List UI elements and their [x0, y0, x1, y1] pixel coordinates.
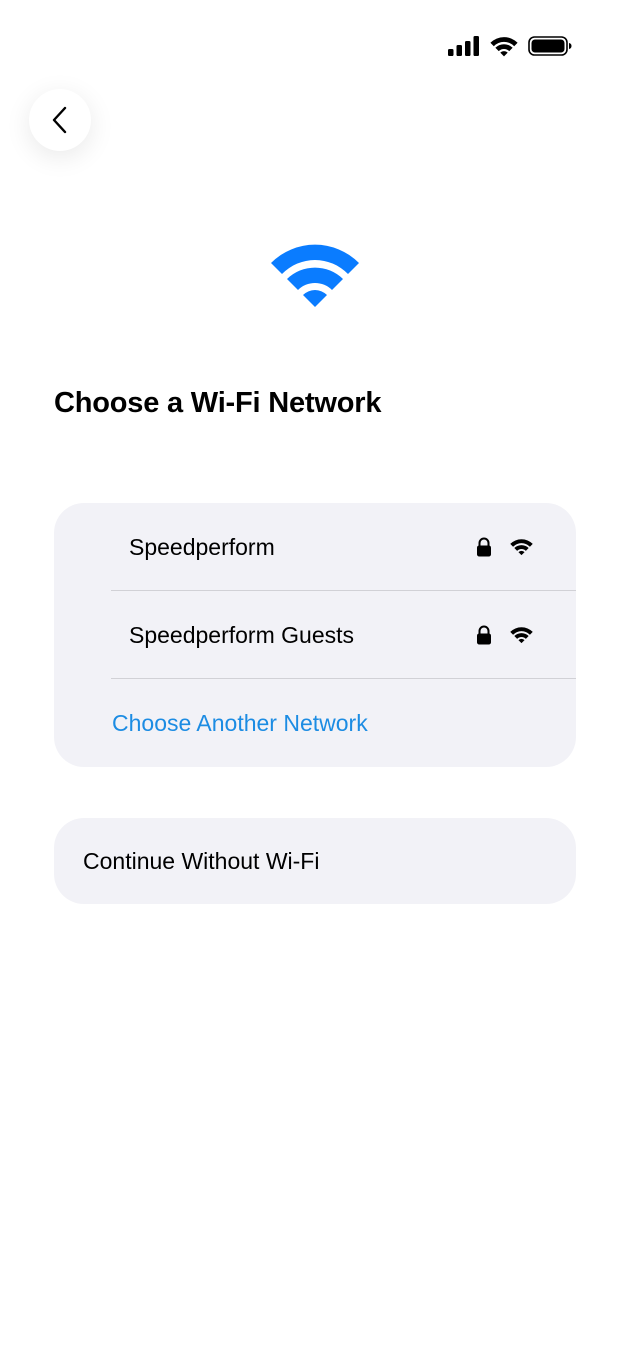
- network-list: Speedperform Speedperform Guests Choose …: [54, 503, 576, 767]
- network-row-speedperform[interactable]: Speedperform: [54, 503, 576, 591]
- page-title: Choose a Wi-Fi Network: [54, 387, 382, 419]
- continue-without-wifi-label: Continue Without Wi-Fi: [83, 848, 320, 874]
- network-name: Speedperform Guests: [129, 622, 355, 648]
- network-row-speedperform-guests[interactable]: Speedperform Guests: [54, 591, 576, 679]
- back-button[interactable]: [29, 89, 91, 151]
- wifi-icon: [271, 244, 359, 307]
- cellular-signal-icon: [448, 36, 479, 56]
- wifi-icon: [490, 36, 518, 56]
- battery-icon: [528, 36, 572, 56]
- network-name: Speedperform: [129, 534, 275, 560]
- status-bar: [448, 28, 572, 64]
- wifi-icon: [510, 627, 533, 644]
- wifi-icon: [510, 539, 533, 556]
- continue-without-wifi-button[interactable]: Continue Without Wi-Fi: [54, 818, 576, 904]
- lock-icon: [477, 625, 491, 645]
- choose-another-network-link[interactable]: Choose Another Network: [112, 679, 368, 767]
- chevron-left-icon: [52, 106, 67, 134]
- lock-icon: [477, 537, 491, 557]
